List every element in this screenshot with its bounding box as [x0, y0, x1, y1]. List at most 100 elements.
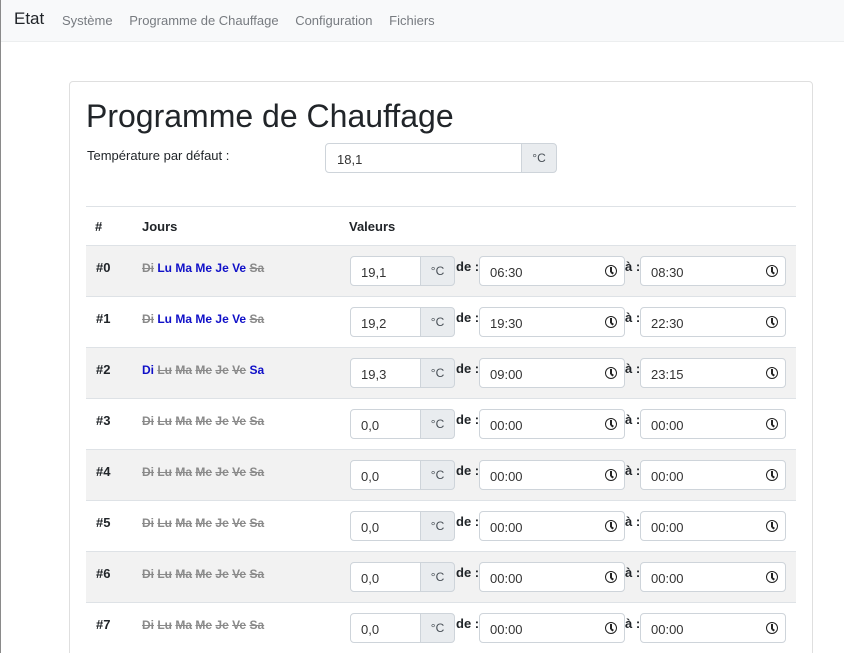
- default-temp-input[interactable]: 18,1: [325, 143, 522, 173]
- temperature-input[interactable]: 19,2: [350, 307, 421, 337]
- day-toggle-je[interactable]: Je: [215, 567, 228, 581]
- day-toggle-sa[interactable]: Sa: [249, 567, 264, 581]
- from-time-input[interactable]: 00:00: [479, 613, 625, 643]
- day-toggle-ve[interactable]: Ve: [232, 465, 246, 479]
- day-toggle-di[interactable]: Di: [142, 363, 154, 377]
- day-toggle-sa[interactable]: Sa: [249, 312, 264, 326]
- day-toggle-di[interactable]: Di: [142, 567, 154, 581]
- day-toggle-je[interactable]: Je: [215, 363, 228, 377]
- clock-icon[interactable]: [605, 265, 617, 277]
- nav-link-systeme[interactable]: Système: [62, 13, 113, 28]
- clock-icon[interactable]: [766, 367, 778, 379]
- to-time-input[interactable]: 00:00: [640, 562, 786, 592]
- to-time-input[interactable]: 08:30: [640, 256, 786, 286]
- to-time-input[interactable]: 00:00: [640, 613, 786, 643]
- to-time-input[interactable]: 00:00: [640, 409, 786, 439]
- day-toggle-ma[interactable]: Ma: [175, 363, 192, 377]
- nav-link-fichiers[interactable]: Fichiers: [389, 13, 435, 28]
- day-toggle-ma[interactable]: Ma: [175, 261, 192, 275]
- day-toggle-ve[interactable]: Ve: [232, 363, 246, 377]
- to-time-input[interactable]: 00:00: [640, 460, 786, 490]
- from-time-input[interactable]: 00:00: [479, 562, 625, 592]
- from-time-input[interactable]: 09:00: [479, 358, 625, 388]
- day-toggle-je[interactable]: Je: [215, 312, 228, 326]
- day-toggle-lu[interactable]: Lu: [157, 363, 172, 377]
- from-time-input[interactable]: 19:30: [479, 307, 625, 337]
- day-toggle-ma[interactable]: Ma: [175, 465, 192, 479]
- day-toggle-me[interactable]: Me: [195, 414, 212, 428]
- day-toggle-di[interactable]: Di: [142, 618, 154, 632]
- clock-icon[interactable]: [766, 316, 778, 328]
- clock-icon[interactable]: [766, 418, 778, 430]
- temperature-input[interactable]: 0,0: [350, 511, 421, 541]
- clock-icon[interactable]: [766, 571, 778, 583]
- to-time-input[interactable]: 23:15: [640, 358, 786, 388]
- day-toggle-di[interactable]: Di: [142, 465, 154, 479]
- day-toggle-ve[interactable]: Ve: [232, 261, 246, 275]
- from-time-input[interactable]: 00:00: [479, 511, 625, 541]
- day-toggle-ma[interactable]: Ma: [175, 618, 192, 632]
- day-toggle-lu[interactable]: Lu: [157, 516, 172, 530]
- to-time-input[interactable]: 22:30: [640, 307, 786, 337]
- nav-link-configuration[interactable]: Configuration: [295, 13, 372, 28]
- clock-icon[interactable]: [766, 265, 778, 277]
- day-toggle-je[interactable]: Je: [215, 618, 228, 632]
- clock-icon[interactable]: [766, 469, 778, 481]
- clock-icon[interactable]: [766, 622, 778, 634]
- clock-icon[interactable]: [605, 622, 617, 634]
- day-toggle-di[interactable]: Di: [142, 312, 154, 326]
- clock-icon[interactable]: [605, 520, 617, 532]
- day-toggle-me[interactable]: Me: [195, 618, 212, 632]
- day-toggle-je[interactable]: Je: [215, 261, 228, 275]
- day-toggle-sa[interactable]: Sa: [249, 363, 264, 377]
- nav-link-programme-chauffage[interactable]: Programme de Chauffage: [129, 13, 278, 28]
- clock-icon[interactable]: [605, 367, 617, 379]
- day-toggle-ve[interactable]: Ve: [232, 516, 246, 530]
- day-toggle-me[interactable]: Me: [195, 465, 212, 479]
- from-time-input[interactable]: 00:00: [479, 409, 625, 439]
- from-time-input[interactable]: 00:00: [479, 460, 625, 490]
- day-toggle-ve[interactable]: Ve: [232, 312, 246, 326]
- day-toggle-sa[interactable]: Sa: [249, 465, 264, 479]
- clock-icon[interactable]: [766, 520, 778, 532]
- to-time-input[interactable]: 00:00: [640, 511, 786, 541]
- day-toggle-lu[interactable]: Lu: [157, 261, 172, 275]
- temperature-input[interactable]: 19,3: [350, 358, 421, 388]
- day-toggle-sa[interactable]: Sa: [249, 261, 264, 275]
- temperature-input[interactable]: 0,0: [350, 409, 421, 439]
- day-toggle-lu[interactable]: Lu: [157, 465, 172, 479]
- day-toggle-je[interactable]: Je: [215, 414, 228, 428]
- day-toggle-me[interactable]: Me: [195, 516, 212, 530]
- day-toggle-sa[interactable]: Sa: [249, 414, 264, 428]
- day-toggle-di[interactable]: Di: [142, 516, 154, 530]
- day-toggle-me[interactable]: Me: [195, 261, 212, 275]
- temperature-input[interactable]: 0,0: [350, 613, 421, 643]
- clock-icon[interactable]: [605, 571, 617, 583]
- day-toggle-sa[interactable]: Sa: [249, 618, 264, 632]
- day-toggle-ma[interactable]: Ma: [175, 516, 192, 530]
- day-toggle-lu[interactable]: Lu: [157, 312, 172, 326]
- day-toggle-lu[interactable]: Lu: [157, 567, 172, 581]
- day-toggle-lu[interactable]: Lu: [157, 414, 172, 428]
- day-toggle-ve[interactable]: Ve: [232, 618, 246, 632]
- day-toggle-je[interactable]: Je: [215, 516, 228, 530]
- day-toggle-ma[interactable]: Ma: [175, 414, 192, 428]
- clock-icon[interactable]: [605, 418, 617, 430]
- day-toggle-ma[interactable]: Ma: [175, 567, 192, 581]
- day-toggle-di[interactable]: Di: [142, 261, 154, 275]
- day-toggle-me[interactable]: Me: [195, 567, 212, 581]
- brand-link[interactable]: Etat: [14, 9, 44, 29]
- clock-icon[interactable]: [605, 469, 617, 481]
- from-time-input[interactable]: 06:30: [479, 256, 625, 286]
- clock-icon[interactable]: [605, 316, 617, 328]
- day-toggle-je[interactable]: Je: [215, 465, 228, 479]
- temperature-input[interactable]: 0,0: [350, 562, 421, 592]
- day-toggle-lu[interactable]: Lu: [157, 618, 172, 632]
- day-toggle-me[interactable]: Me: [195, 312, 212, 326]
- day-toggle-di[interactable]: Di: [142, 414, 154, 428]
- day-toggle-me[interactable]: Me: [195, 363, 212, 377]
- day-toggle-sa[interactable]: Sa: [249, 516, 264, 530]
- day-toggle-ma[interactable]: Ma: [175, 312, 192, 326]
- temperature-input[interactable]: 0,0: [350, 460, 421, 490]
- day-toggle-ve[interactable]: Ve: [232, 567, 246, 581]
